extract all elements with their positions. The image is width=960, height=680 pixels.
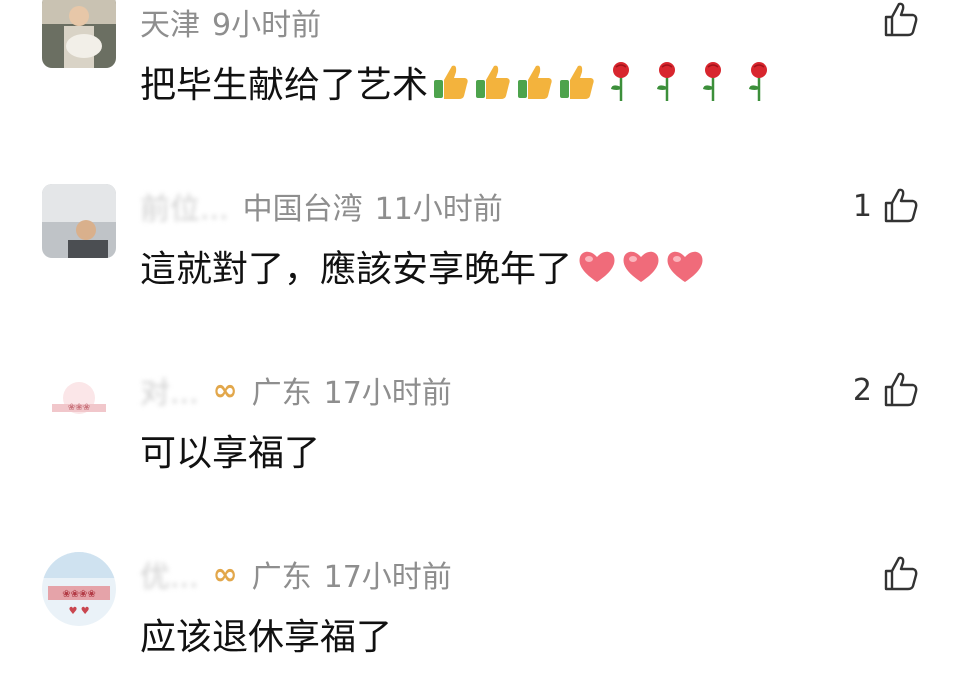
avatar[interactable]: ❀❀❀ — [42, 368, 116, 442]
comment-meta: 优... ∞ 广东 17小时前 — [140, 552, 452, 596]
fan-badge-icon: ∞ — [212, 556, 238, 592]
svg-text:❀❀❀: ❀❀❀ — [68, 403, 91, 413]
comment-meta: 前位... 中国台湾 11小时前 — [140, 184, 503, 228]
comment-item: ❀❀❀❀ ♥ ♥ 优... ∞ 广东 17小时前 应该退休享福了 — [0, 552, 960, 680]
thumb-up-icon — [884, 2, 918, 37]
thumb-up-icon — [884, 188, 918, 223]
comment-time: 9小时前 — [212, 8, 322, 43]
heart-emoji-icon — [579, 251, 615, 282]
like-button[interactable] — [872, 0, 920, 42]
avatar-image — [42, 184, 116, 258]
comment-text-row: 把毕生献给了艺术 — [140, 56, 790, 108]
username-obscured[interactable]: 对... — [140, 368, 199, 412]
thumbs-up-emoji-icon — [518, 65, 552, 99]
rose-emoji-icon — [657, 62, 676, 101]
avatar-image: ❀❀❀ — [42, 368, 116, 442]
comment-item: ❀❀❀ 对... ∞ 广东 17小时前 可以享福了 2 — [0, 368, 960, 528]
rose-emoji-icon — [611, 62, 630, 101]
username-obscured[interactable]: 前位... — [140, 184, 229, 228]
avatar-image — [42, 0, 116, 68]
comment-text: 应该退休享福了 — [140, 617, 393, 658]
thumbs-up-emoji-icon — [434, 65, 468, 99]
svg-text:❀❀❀❀: ❀❀❀❀ — [62, 589, 96, 600]
comment-location: 广东 — [251, 560, 312, 595]
comment-location: 天津 — [140, 8, 200, 43]
comment-text: 可以享福了 — [140, 433, 321, 474]
comment-location: 广东 — [251, 376, 312, 411]
thumbs-up-emoji-icon — [560, 65, 594, 99]
heart-emoji-icon — [623, 251, 659, 282]
emoji-row — [432, 61, 790, 103]
like-count: 2 — [852, 372, 872, 408]
comment-text: 這就對了，應該安享晚年了 — [140, 249, 573, 290]
comment-item: 前位... 中国台湾 11小时前 這就對了，應該安享晚年了 1 — [0, 184, 960, 354]
heart-emoji-icon — [667, 251, 703, 282]
rose-emoji-icon — [703, 62, 722, 101]
rose-emoji-icon — [749, 62, 768, 101]
like-button[interactable]: 1 — [853, 184, 920, 228]
comment-meta: 对... ∞ 广东 17小时前 — [140, 368, 452, 412]
comment-text: 把毕生献给了艺术 — [140, 65, 429, 106]
emoji-row — [576, 246, 708, 286]
fan-badge-icon: ∞ — [212, 372, 238, 408]
thumb-up-icon — [884, 556, 918, 591]
avatar[interactable] — [42, 184, 116, 258]
comment-text-row: 這就對了，應該安享晚年了 — [140, 240, 708, 292]
thumb-up-icon — [884, 372, 918, 407]
comment-location: 中国台湾 — [242, 192, 363, 227]
comment-text-row: 应该退休享福了 — [140, 608, 392, 660]
avatar[interactable]: ❀❀❀❀ ♥ ♥ — [42, 552, 116, 626]
avatar[interactable] — [42, 0, 116, 68]
comment-time: 17小时前 — [323, 376, 452, 411]
comment-meta: 天津 9小时前 — [140, 0, 321, 44]
comment-time: 11小时前 — [374, 192, 503, 227]
svg-text:♥ ♥: ♥ ♥ — [68, 606, 89, 617]
comment-item: 天津 9小时前 把毕生献给了艺术 — [0, 0, 960, 170]
avatar-image: ❀❀❀❀ ♥ ♥ — [42, 552, 116, 626]
comment-text-row: 可以享福了 — [140, 424, 320, 476]
thumbs-up-emoji-icon — [476, 65, 510, 99]
username-obscured[interactable]: 优... — [140, 552, 199, 596]
comment-time: 17小时前 — [323, 560, 452, 595]
like-count: 1 — [852, 188, 872, 224]
like-button[interactable] — [872, 552, 920, 596]
like-button[interactable]: 2 — [853, 368, 920, 412]
